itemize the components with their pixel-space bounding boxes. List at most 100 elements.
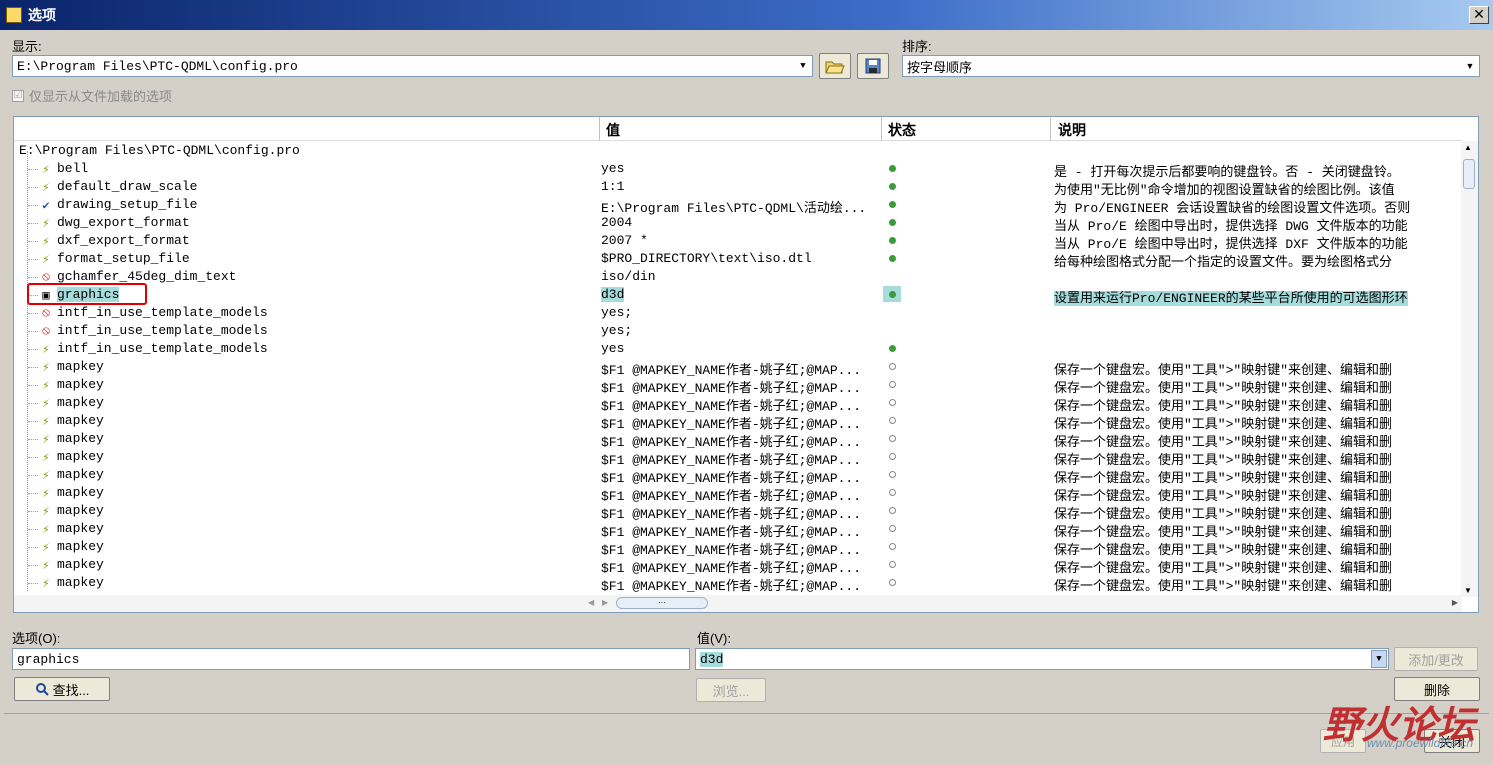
table-row[interactable]: ⚡ mapkey $F1 @MAPKEY_NAME作者-姚子红;@MAP... 保存一… [14, 466, 1462, 486]
show-select[interactable]: E:\Program Files\PTC-QDML\config.pro ▼ [12, 55, 813, 77]
config-option-icon: ⚡ [42, 180, 50, 195]
tree-branch [28, 475, 38, 476]
status-dot [888, 255, 896, 262]
table-row[interactable]: ⚡ mapkey $F1 @MAPKEY_NAME作者-姚子红;@MAP... 保存一… [14, 484, 1462, 504]
config-option-icon: ⚡ [42, 432, 50, 447]
option-name: intf_in_use_template_models [57, 305, 268, 320]
option-name: mapkey [57, 449, 104, 464]
option-value-text: 2007 * [601, 233, 648, 248]
config-option-icon: ⚡ [42, 558, 50, 573]
status-dot [888, 165, 896, 172]
status-cell [883, 502, 901, 518]
table-row[interactable]: ⚡ mapkey $F1 @MAPKEY_NAME作者-姚子红;@MAP... 保存一… [14, 520, 1462, 540]
tree-branch [28, 565, 38, 566]
close-icon[interactable]: ✕ [1469, 6, 1489, 24]
option-name: mapkey [57, 431, 104, 446]
table-row[interactable]: ⚡ intf_in_use_template_models yes [14, 340, 1462, 358]
table-row[interactable]: ⚡ mapkey $F1 @MAPKEY_NAME作者-姚子红;@MAP... 保存一… [14, 448, 1462, 468]
option-input[interactable]: graphics [12, 648, 690, 670]
header-value[interactable]: 值 [606, 120, 620, 140]
table-row[interactable]: ⚡ default_draw_scale 1:1 为使用"无比例"命令增加的视图设置缺… [14, 178, 1462, 198]
tree-branch [28, 349, 38, 350]
table-root-row[interactable]: E:\Program Files\PTC-QDML\config.pro [14, 142, 1462, 160]
table-row[interactable]: ⚡ mapkey $F1 @MAPKEY_NAME作者-姚子红;@MAP... 保存一… [14, 538, 1462, 558]
status-dot [888, 363, 896, 370]
option-value: 2007 * [601, 233, 881, 248]
show-value: E:\Program Files\PTC-QDML\config.pro [17, 58, 298, 74]
status-cell [883, 466, 901, 482]
option-name: format_setup_file [57, 251, 190, 266]
add-change-button[interactable]: 添加/更改 [1394, 647, 1478, 671]
only-loaded-checkbox[interactable]: ☑ 仅显示从文件加载的选项 [12, 86, 172, 105]
column-divider[interactable] [1050, 117, 1051, 141]
chevron-down-icon: ▼ [800, 61, 806, 71]
scroll-thumb[interactable]: ··· [616, 597, 708, 609]
config-option-icon: ⚡ [42, 216, 50, 231]
header-description[interactable]: 说明 [1058, 120, 1086, 140]
table-row[interactable]: ⦸ intf_in_use_template_models yes; [14, 322, 1462, 340]
config-option-icon: ⚡ [42, 252, 50, 267]
find-label: 查找... [52, 682, 90, 698]
config-option-icon: ⚡ [42, 360, 50, 375]
config-option-icon: ⚡ [42, 414, 50, 429]
table-row[interactable]: ⚡ format_setup_file $PRO_DIRECTORY\text\is… [14, 250, 1462, 270]
root-path: E:\Program Files\PTC-QDML\config.pro [19, 143, 300, 158]
table-row[interactable]: ⚡ mapkey $F1 @MAPKEY_NAME作者-姚子红;@MAP... 保存一… [14, 574, 1462, 594]
tree-branch [28, 403, 38, 404]
option-name: mapkey [57, 467, 104, 482]
table-row[interactable]: ⦸ gchamfer_45deg_dim_text iso/din [14, 268, 1462, 286]
table-row[interactable]: ✔ drawing_setup_file E:\Program Files\PTC-… [14, 196, 1462, 216]
status-dot [888, 525, 896, 532]
option-value-text: yes; [601, 323, 633, 338]
scroll-right-icon[interactable]: ▶ [602, 598, 608, 607]
options-table[interactable]: 值 状态 说明 E:\Program Files\PTC-QDML\config… [13, 116, 1479, 613]
header-status[interactable]: 状态 [888, 120, 916, 140]
table-row[interactable]: ⚡ dxf_export_format 2007 * 当从 Pro/E 绘图中导出时，… [14, 232, 1462, 252]
table-row[interactable]: ⚡ mapkey $F1 @MAPKEY_NAME作者-姚子红;@MAP... 保存一… [14, 556, 1462, 576]
table-row[interactable]: ⚡ dwg_export_format 2004 当从 Pro/E 绘图中导出时，提供… [14, 214, 1462, 234]
table-row[interactable]: ⚡ mapkey $F1 @MAPKEY_NAME作者-姚子红;@MAP... 保存一… [14, 376, 1462, 396]
option-value: yes; [601, 305, 881, 320]
config-option-icon: ⚡ [42, 468, 50, 483]
chevron-down-icon[interactable]: ▼ [1371, 650, 1387, 668]
option-name: mapkey [57, 377, 104, 392]
option-description-text: 保存一个键盘宏。使用"工具">"映射键"来创建、编辑和删 [1054, 579, 1393, 594]
value-input[interactable]: d3d ▼ [695, 648, 1389, 670]
find-button[interactable]: 查找... [14, 677, 110, 701]
scroll-up-icon[interactable]: ▲ [1464, 143, 1472, 152]
option-value-text: yes [601, 341, 625, 356]
open-folder-button[interactable] [819, 53, 851, 79]
save-config-button[interactable] [857, 53, 889, 79]
table-row[interactable]: ⚡ mapkey $F1 @MAPKEY_NAME作者-姚子红;@MAP... 保存一… [14, 412, 1462, 432]
status-cell [883, 376, 901, 392]
scroll-down-icon[interactable]: ▼ [1464, 586, 1472, 595]
browse-button[interactable]: 浏览... [696, 678, 766, 702]
table-row[interactable]: ⦸ intf_in_use_template_models yes; [14, 304, 1462, 322]
scroll-left-icon[interactable]: ◀ [588, 598, 594, 607]
status-dot [888, 291, 896, 298]
table-row[interactable]: ▣ graphics d3d 设置用来运行Pro/ENGINEER的某些平台所使用的可… [14, 286, 1462, 306]
column-divider[interactable] [881, 117, 882, 141]
scroll-right-icon[interactable]: ▶ [1452, 598, 1458, 607]
table-row[interactable]: ⚡ mapkey $F1 @MAPKEY_NAME作者-姚子红;@MAP... 保存一… [14, 430, 1462, 450]
config-option-icon: ⚡ [42, 522, 50, 537]
status-dot [888, 507, 896, 514]
status-dot [888, 219, 896, 226]
vertical-scrollbar[interactable]: ▲ ▼ [1461, 141, 1478, 597]
sort-select[interactable]: 按字母顺序 ▼ [902, 55, 1480, 77]
table-row[interactable]: ⚡ mapkey $F1 @MAPKEY_NAME作者-姚子红;@MAP... 保存一… [14, 394, 1462, 414]
scroll-thumb[interactable] [1463, 159, 1475, 189]
option-value: yes [601, 161, 881, 176]
table-row[interactable]: ⚡ bell yes 是 - 打开每次提示后都要响的键盘铃。否 - 关闭键盘铃。 [14, 160, 1462, 180]
horizontal-scrollbar[interactable]: ◀ ▶ ··· ▶ [14, 595, 1462, 612]
column-divider[interactable] [599, 117, 600, 141]
invalid-option-icon: ⦸ [42, 324, 50, 338]
table-row[interactable]: ⚡ mapkey $F1 @MAPKEY_NAME作者-姚子红;@MAP... 保存一… [14, 358, 1462, 378]
option-description: 保存一个键盘宏。使用"工具">"映射键"来创建、编辑和删 [1054, 575, 1462, 594]
table-row[interactable]: ⚡ mapkey $F1 @MAPKEY_NAME作者-姚子红;@MAP... 保存一… [14, 502, 1462, 522]
option-name: bell [57, 161, 89, 176]
status-dot [888, 561, 896, 568]
value-text: d3d [700, 651, 724, 667]
save-icon [865, 58, 881, 74]
status-cell [883, 178, 901, 194]
